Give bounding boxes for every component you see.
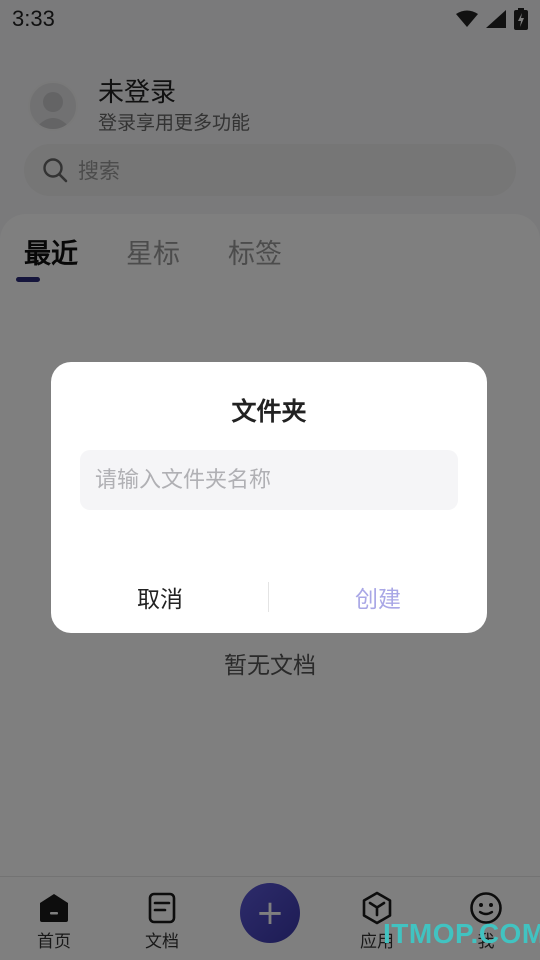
dialog-title: 文件夹 bbox=[231, 397, 307, 426]
create-button[interactable]: 创建 bbox=[269, 572, 487, 622]
create-folder-dialog: 文件夹 取消 创建 bbox=[51, 362, 487, 633]
watermark: ITMOP.COM bbox=[383, 918, 540, 949]
dialog-actions: 取消 创建 bbox=[51, 572, 487, 622]
dialog-divider bbox=[268, 582, 269, 612]
folder-name-input[interactable] bbox=[80, 450, 458, 510]
cancel-button[interactable]: 取消 bbox=[51, 572, 269, 622]
